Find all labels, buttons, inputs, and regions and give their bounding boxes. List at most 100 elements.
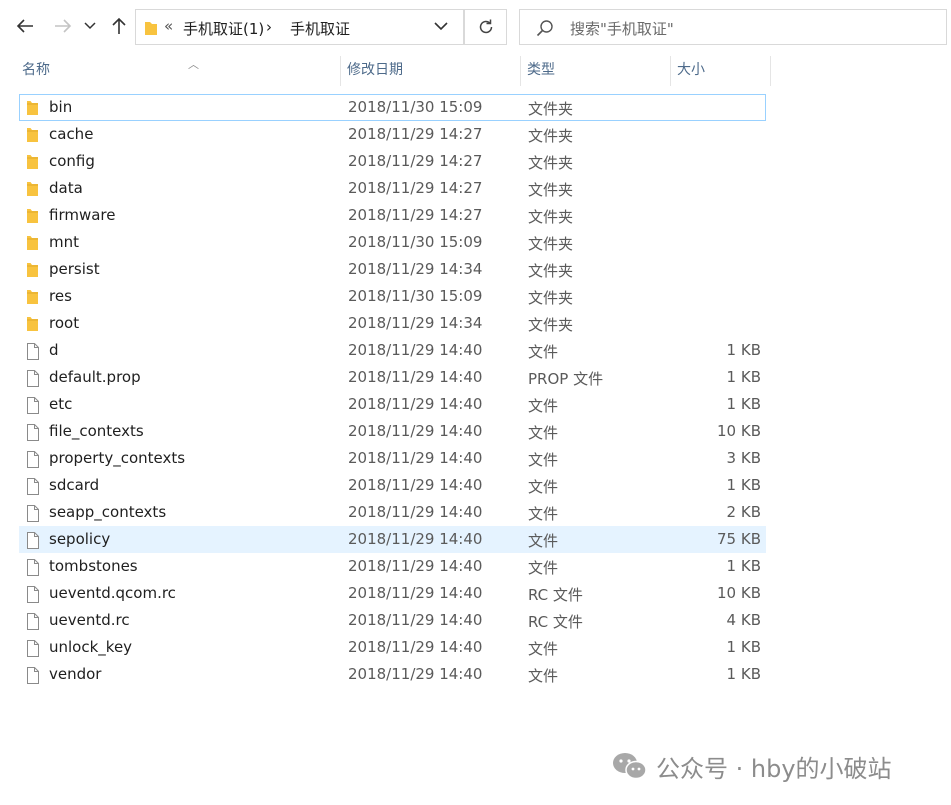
column-date-label: 修改日期 — [347, 62, 403, 78]
file-row[interactable]: bin 2018/11/30 15:09 文件夹 — [19, 94, 766, 121]
arrow-up-icon — [112, 17, 126, 34]
file-type: 文件夹 — [528, 127, 574, 145]
file-size: 10 KB — [717, 584, 761, 602]
file-icon — [26, 532, 40, 553]
breadcrumb-item[interactable]: 手机取证(1) — [183, 18, 264, 39]
file-list: bin 2018/11/30 15:09 文件夹 cache 2018/11/2… — [19, 94, 766, 688]
file-row[interactable]: cache 2018/11/29 14:27 文件夹 — [19, 121, 766, 148]
column-size-label: 大小 — [677, 62, 705, 78]
file-type: 文件夹 — [528, 154, 574, 172]
file-row[interactable]: seapp_contexts 2018/11/29 14:40 文件 2 KB — [19, 499, 766, 526]
file-name: etc — [49, 395, 73, 413]
file-row[interactable]: tombstones 2018/11/29 14:40 文件 1 KB — [19, 553, 766, 580]
file-size: 1 KB — [726, 368, 761, 386]
file-name: seapp_contexts — [49, 503, 167, 521]
overflow-chevron[interactable]: « — [164, 17, 173, 35]
file-type: 文件夹 — [528, 235, 574, 253]
file-name: property_contexts — [49, 449, 186, 467]
folder-icon — [26, 289, 39, 309]
file-name: ueventd.rc — [49, 611, 130, 629]
file-modified-date: 2018/11/29 14:40 — [348, 530, 483, 548]
file-type: 文件 — [528, 343, 559, 361]
file-type: 文件 — [528, 559, 559, 577]
folder-icon — [26, 154, 39, 174]
file-row[interactable]: d 2018/11/29 14:40 文件 1 KB — [19, 337, 766, 364]
column-size[interactable]: 大小 — [671, 56, 770, 86]
file-modified-date: 2018/11/30 15:09 — [348, 233, 483, 251]
file-modified-date: 2018/11/29 14:40 — [348, 395, 483, 413]
search-placeholder: 搜索"手机取证" — [570, 20, 674, 38]
file-modified-date: 2018/11/29 14:27 — [348, 179, 483, 197]
file-type: 文件 — [528, 505, 559, 523]
search-box[interactable]: 搜索"手机取证" — [519, 9, 947, 45]
file-modified-date: 2018/11/29 14:27 — [348, 125, 483, 143]
sort-ascending-icon: ︿ — [188, 58, 199, 71]
file-modified-date: 2018/11/30 15:09 — [348, 287, 483, 305]
file-modified-date: 2018/11/29 14:34 — [348, 314, 483, 332]
file-row[interactable]: unlock_key 2018/11/29 14:40 文件 1 KB — [19, 634, 766, 661]
address-bar[interactable]: « 手机取证(1) › 手机取证 — [135, 9, 464, 45]
breadcrumb-item-current[interactable]: 手机取证 — [290, 18, 350, 39]
forward-button[interactable] — [48, 11, 78, 41]
file-icon — [26, 640, 40, 661]
file-type: 文件 — [528, 478, 559, 496]
file-name: root — [49, 314, 80, 332]
file-row[interactable]: default.prop 2018/11/29 14:40 PROP 文件 1 … — [19, 364, 766, 391]
watermark-text: 公众号 · hby的小破站 — [656, 754, 892, 783]
file-row[interactable]: res 2018/11/30 15:09 文件夹 — [19, 283, 766, 310]
folder-icon — [26, 316, 39, 336]
file-icon — [26, 559, 40, 580]
file-row[interactable]: firmware 2018/11/29 14:27 文件夹 — [19, 202, 766, 229]
file-type: RC 文件 — [528, 586, 583, 604]
file-name: sepolicy — [49, 530, 111, 548]
file-type: PROP 文件 — [528, 370, 604, 388]
file-row[interactable]: data 2018/11/29 14:27 文件夹 — [19, 175, 766, 202]
file-row[interactable]: sdcard 2018/11/29 14:40 文件 1 KB — [19, 472, 766, 499]
file-name: persist — [49, 260, 100, 278]
file-row[interactable]: ueventd.qcom.rc 2018/11/29 14:40 RC 文件 1… — [19, 580, 766, 607]
file-row[interactable]: vendor 2018/11/29 14:40 文件 1 KB — [19, 661, 766, 688]
file-name: vendor — [49, 665, 102, 683]
file-size: 10 KB — [717, 422, 761, 440]
file-row[interactable]: root 2018/11/29 14:34 文件夹 — [19, 310, 766, 337]
file-row[interactable]: property_contexts 2018/11/29 14:40 文件 3 … — [19, 445, 766, 472]
file-icon — [26, 613, 40, 634]
file-size: 1 KB — [726, 638, 761, 656]
file-modified-date: 2018/11/30 15:09 — [348, 98, 483, 116]
file-name: bin — [49, 98, 73, 116]
back-button[interactable] — [10, 11, 40, 41]
file-name: firmware — [49, 206, 116, 224]
file-row[interactable]: ueventd.rc 2018/11/29 14:40 RC 文件 4 KB — [19, 607, 766, 634]
file-row[interactable]: config 2018/11/29 14:27 文件夹 — [19, 148, 766, 175]
file-row[interactable]: mnt 2018/11/30 15:09 文件夹 — [19, 229, 766, 256]
file-type: 文件 — [528, 640, 559, 658]
column-name[interactable]: 名称 ︿ — [16, 56, 340, 86]
file-type: 文件 — [528, 667, 559, 685]
refresh-button[interactable] — [464, 9, 507, 45]
file-type: 文件 — [528, 451, 559, 469]
folder-icon — [145, 22, 157, 35]
file-modified-date: 2018/11/29 14:40 — [348, 449, 483, 467]
column-date[interactable]: 修改日期 — [341, 56, 520, 86]
file-type: RC 文件 — [528, 613, 583, 631]
file-name: ueventd.qcom.rc — [49, 584, 176, 602]
file-row[interactable]: file_contexts 2018/11/29 14:40 文件 10 KB — [19, 418, 766, 445]
chevron-down-icon[interactable] — [434, 21, 448, 31]
file-type: 文件夹 — [528, 262, 574, 280]
breadcrumb-separator[interactable]: › — [266, 18, 272, 36]
up-button[interactable] — [104, 11, 134, 41]
file-name: cache — [49, 125, 94, 143]
column-type[interactable]: 类型 — [521, 56, 670, 86]
file-size: 2 KB — [726, 503, 761, 521]
file-row[interactable]: etc 2018/11/29 14:40 文件 1 KB — [19, 391, 766, 418]
file-name: d — [49, 341, 59, 359]
column-type-label: 类型 — [527, 62, 555, 78]
file-modified-date: 2018/11/29 14:34 — [348, 260, 483, 278]
recent-locations-button[interactable] — [79, 11, 101, 41]
file-type: 文件夹 — [528, 181, 574, 199]
file-icon — [26, 424, 40, 445]
file-row[interactable]: persist 2018/11/29 14:34 文件夹 — [19, 256, 766, 283]
file-name: default.prop — [49, 368, 141, 386]
column-divider[interactable] — [770, 56, 771, 86]
file-row[interactable]: sepolicy 2018/11/29 14:40 文件 75 KB — [19, 526, 766, 553]
